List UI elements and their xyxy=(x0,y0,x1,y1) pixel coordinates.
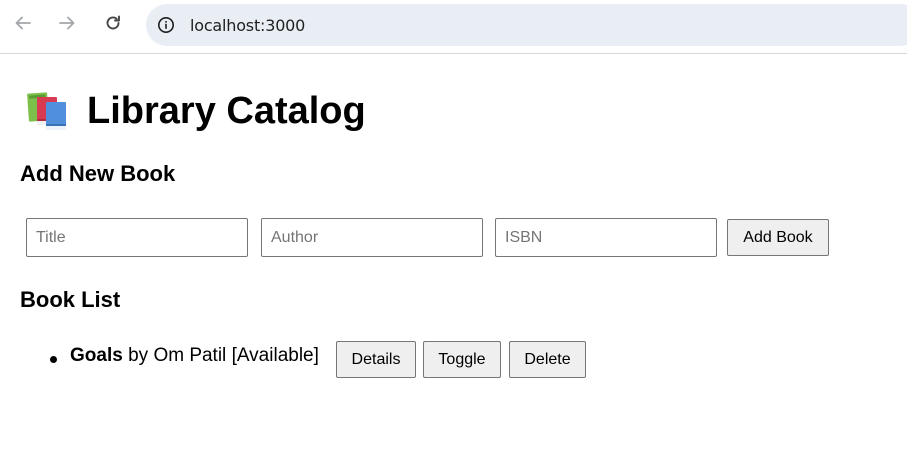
url-text: localhost:3000 xyxy=(190,15,306,35)
list-item: Goals by Om Patil [Available] Details To… xyxy=(46,341,906,378)
page-title: Library Catalog xyxy=(26,87,366,135)
add-book-heading: Add New Book xyxy=(20,161,176,186)
arrow-left-icon xyxy=(15,16,31,30)
book-status: [Available] xyxy=(231,345,319,366)
delete-button[interactable]: Delete xyxy=(509,341,586,378)
add-book-button[interactable]: Add Book xyxy=(727,219,829,256)
book-list: Goals by Om Patil [Available] Details To… xyxy=(46,341,906,378)
reload-button[interactable] xyxy=(98,8,128,38)
arrow-right-icon xyxy=(59,16,75,30)
back-button[interactable] xyxy=(8,8,38,38)
address-bar[interactable]: localhost:3000 xyxy=(146,4,907,46)
browser-toolbar: localhost:3000 xyxy=(0,0,907,54)
forward-button[interactable] xyxy=(52,8,82,38)
info-icon xyxy=(158,17,174,33)
details-button[interactable]: Details xyxy=(336,341,416,378)
add-book-form: Add Book xyxy=(26,218,886,257)
book-by: by xyxy=(122,345,154,366)
book-list-heading: Book List xyxy=(20,287,121,312)
book-author: Om Patil xyxy=(153,345,227,366)
toggle-button[interactable]: Toggle xyxy=(423,341,501,378)
author-input[interactable] xyxy=(261,218,483,257)
site-info-button[interactable] xyxy=(153,12,179,38)
books-icon xyxy=(27,92,66,130)
book-info: Goals by Om Patil [Available] xyxy=(70,345,319,367)
reload-icon xyxy=(106,15,120,30)
isbn-input[interactable] xyxy=(495,218,717,257)
book-title: Goals xyxy=(70,345,123,366)
bullet-marker xyxy=(50,356,57,363)
title-input[interactable] xyxy=(26,218,248,257)
page-title-text: Library Catalog xyxy=(87,89,366,132)
